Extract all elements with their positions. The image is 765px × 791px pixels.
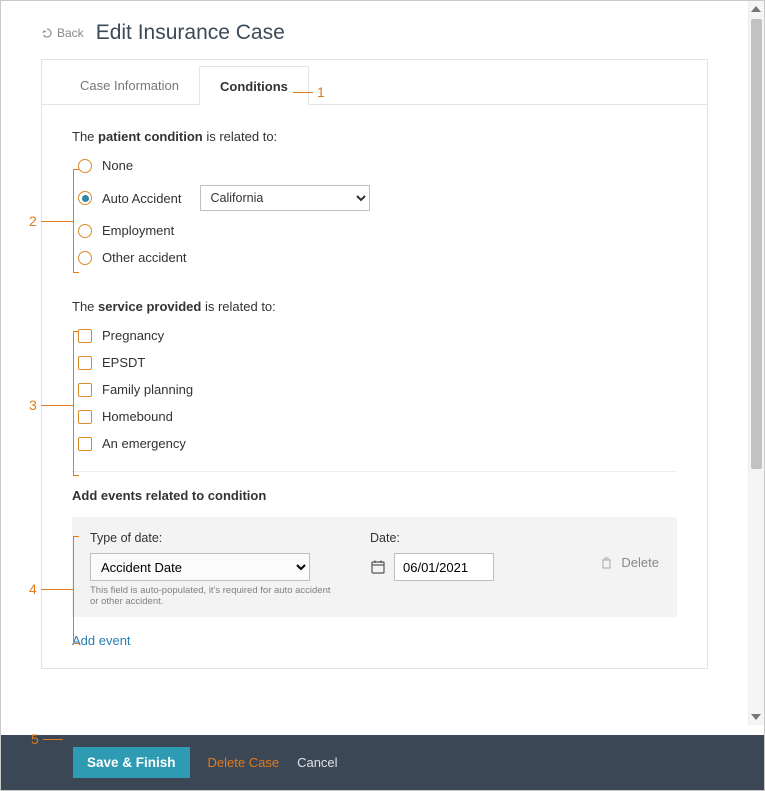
type-hint: This field is auto-populated, it's requi… bbox=[90, 585, 340, 607]
check-homebound-label: Homebound bbox=[102, 409, 173, 424]
type-of-date-label: Type of date: bbox=[90, 531, 340, 545]
check-emergency-label: An emergency bbox=[102, 436, 186, 451]
type-of-date-select[interactable]: Accident Date bbox=[90, 553, 310, 581]
service-provided-prompt: The service provided is related to: bbox=[72, 299, 677, 314]
radio-employment-label: Employment bbox=[102, 223, 174, 238]
section-divider bbox=[72, 471, 677, 472]
radio-auto-accident[interactable] bbox=[78, 191, 92, 205]
state-select[interactable]: California bbox=[200, 185, 370, 211]
date-label: Date: bbox=[370, 531, 550, 545]
back-link[interactable]: Back bbox=[41, 26, 84, 40]
check-pregnancy-label: Pregnancy bbox=[102, 328, 164, 343]
check-emergency[interactable] bbox=[78, 437, 92, 451]
tabs: Case Information Conditions bbox=[42, 60, 707, 105]
undo-icon bbox=[41, 27, 53, 39]
scroll-down-icon bbox=[751, 714, 761, 720]
footer-bar: Save & Finish Delete Case Cancel bbox=[1, 735, 764, 790]
tab-case-information[interactable]: Case Information bbox=[60, 66, 199, 104]
scroll-up-icon bbox=[751, 6, 761, 12]
scrollbar[interactable] bbox=[748, 1, 764, 725]
save-finish-button[interactable]: Save & Finish bbox=[73, 747, 190, 778]
check-homebound[interactable] bbox=[78, 410, 92, 424]
check-family-planning-label: Family planning bbox=[102, 382, 193, 397]
radio-none[interactable] bbox=[78, 159, 92, 173]
radio-other-accident-label: Other accident bbox=[102, 250, 187, 265]
page-title: Edit Insurance Case bbox=[96, 21, 285, 45]
case-card: Case Information Conditions The patient … bbox=[41, 59, 708, 669]
check-pregnancy[interactable] bbox=[78, 329, 92, 343]
event-block: Type of date: Accident Date This field i… bbox=[72, 517, 677, 617]
trash-icon bbox=[600, 556, 613, 569]
check-epsdt-label: EPSDT bbox=[102, 355, 145, 370]
radio-auto-accident-label: Auto Accident bbox=[102, 191, 182, 206]
check-epsdt[interactable] bbox=[78, 356, 92, 370]
radio-other-accident[interactable] bbox=[78, 251, 92, 265]
tab-conditions[interactable]: Conditions bbox=[199, 66, 309, 105]
back-label: Back bbox=[57, 26, 84, 40]
date-input[interactable] bbox=[394, 553, 494, 581]
delete-case-link[interactable]: Delete Case bbox=[208, 755, 280, 770]
patient-condition-prompt: The patient condition is related to: bbox=[72, 129, 677, 144]
cancel-link[interactable]: Cancel bbox=[297, 755, 337, 770]
events-heading: Add events related to condition bbox=[72, 488, 677, 503]
check-family-planning[interactable] bbox=[78, 383, 92, 397]
scroll-thumb[interactable] bbox=[751, 19, 762, 469]
radio-employment[interactable] bbox=[78, 224, 92, 238]
add-event-link[interactable]: Add event bbox=[72, 633, 131, 648]
calendar-icon bbox=[370, 559, 386, 575]
delete-event-link[interactable]: Delete bbox=[621, 555, 659, 570]
radio-none-label: None bbox=[102, 158, 133, 173]
